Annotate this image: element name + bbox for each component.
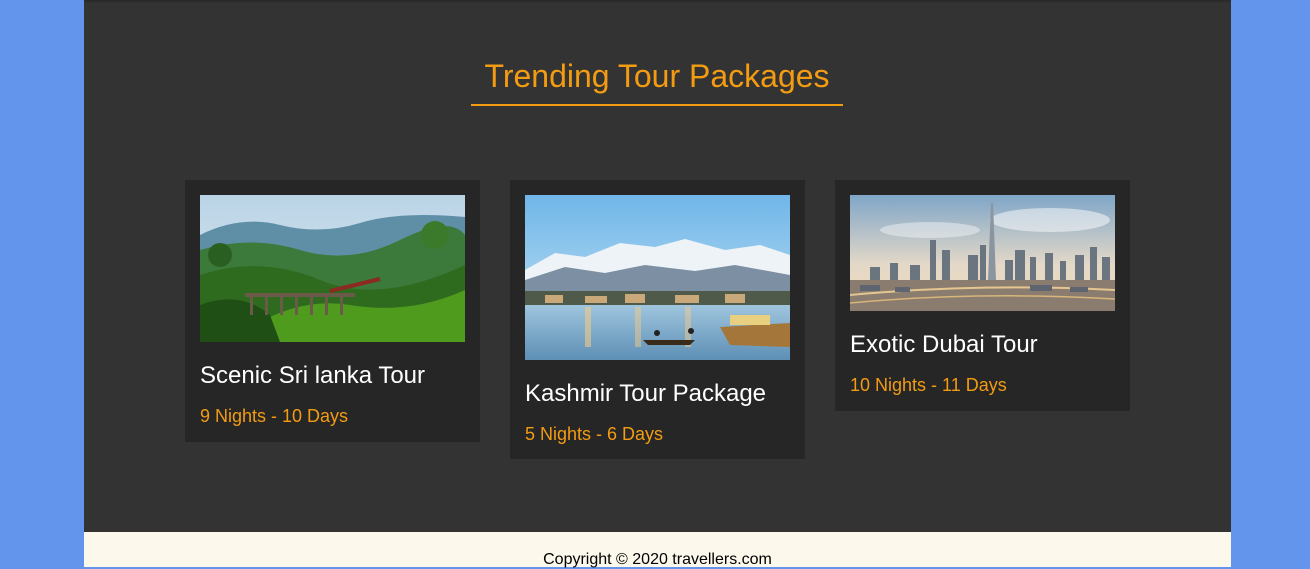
package-duration: 9 Nights - 10 Days — [200, 406, 349, 426]
dubai-image[interactable] — [850, 195, 1115, 311]
package-duration: 5 Nights - 6 Days — [525, 424, 664, 444]
section-title: Trending Tour Packages — [484, 58, 830, 94]
trending-packages-section: Trending Tour Packages Scenic Sri lanka … — [84, 0, 1231, 532]
package-duration: 10 Nights - 11 Days — [850, 375, 1007, 395]
package-title[interactable]: Kashmir Tour Package — [525, 380, 790, 408]
package-title[interactable]: Exotic Dubai Tour — [850, 331, 1115, 359]
package-title[interactable]: Scenic Sri lanka Tour — [200, 362, 465, 390]
kashmir-image[interactable] — [525, 195, 790, 360]
package-card-kashmir[interactable]: Kashmir Tour Package 5 Nights - 6 Days — [510, 180, 805, 459]
sri-lanka-image[interactable] — [200, 195, 465, 342]
package-card-dubai[interactable]: Exotic Dubai Tour 10 Nights - 11 Days — [835, 180, 1130, 411]
copyright-text: Copyright © 2020 travellers.com — [543, 551, 772, 568]
title-underline — [471, 104, 843, 106]
footer: Copyright © 2020 travellers.com — [84, 532, 1231, 568]
page-container: Trending Tour Packages Scenic Sri lanka … — [84, 0, 1231, 568]
package-card-sri-lanka[interactable]: Scenic Sri lanka Tour 9 Nights - 10 Days — [185, 180, 480, 442]
